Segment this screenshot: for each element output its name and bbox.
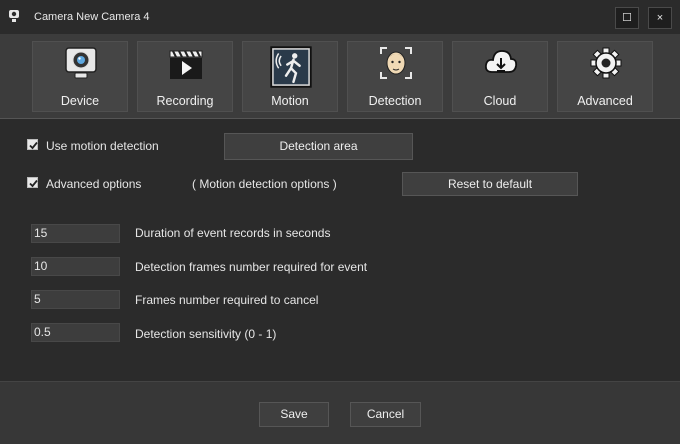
sensitivity-input[interactable]: 0.5 (31, 323, 120, 342)
tab-advanced[interactable]: Advanced (557, 41, 653, 112)
close-button[interactable]: × (648, 7, 672, 29)
gear-icon (590, 47, 622, 79)
event-duration-input[interactable]: 15 (31, 224, 120, 243)
title-bar: Camera New Camera 4 ☐ × (0, 0, 680, 34)
cloud-download-icon (484, 50, 518, 73)
tab-motion-label: Motion (271, 94, 309, 108)
tab-detection[interactable]: Detection (347, 41, 443, 112)
tab-device-label: Device (60, 94, 100, 108)
use-motion-checkbox[interactable] (27, 139, 38, 150)
save-button[interactable]: Save (259, 402, 329, 427)
event-duration-label: Duration of event records in seconds (135, 226, 331, 240)
advanced-options-label: Advanced options (46, 177, 142, 191)
checkmark-icon (29, 179, 38, 188)
tab-cloud-label: Cloud (483, 94, 517, 108)
tab-recording[interactable]: Recording (137, 41, 233, 112)
event-frames-input[interactable]: 10 (31, 257, 120, 276)
maximize-button[interactable]: ☐ (615, 7, 639, 29)
detection-area-button[interactable]: Detection area (224, 133, 413, 160)
options-caption: ( Motion detection options ) (192, 177, 337, 191)
tab-motion[interactable]: Motion (242, 41, 338, 112)
cancel-button[interactable]: Cancel (350, 402, 421, 427)
motion-settings-panel: Use motion detection Detection area Adva… (0, 119, 680, 381)
tab-device[interactable]: Device (32, 41, 128, 112)
cancel-frames-input[interactable]: 5 (31, 290, 120, 309)
reset-default-button[interactable]: Reset to default (402, 172, 578, 196)
app-camera-icon (9, 10, 19, 22)
advanced-options-checkbox[interactable] (27, 177, 38, 188)
webcam-icon (65, 47, 97, 79)
tab-advanced-label: Advanced (577, 94, 633, 108)
motion-sensor-icon (270, 46, 312, 88)
tab-detection-label: Detection (368, 94, 422, 108)
tab-cloud[interactable]: Cloud (452, 41, 548, 112)
window-title: Camera New Camera 4 (34, 11, 150, 23)
face-detection-icon (380, 47, 412, 79)
cancel-frames-label: Frames number required to cancel (135, 293, 319, 307)
dialog-footer: Save Cancel (0, 381, 680, 444)
event-frames-label: Detection frames number required for eve… (135, 260, 368, 274)
category-toolbar: Device Recording Motion Detection Cloud … (0, 34, 680, 119)
tab-recording-label: Recording (156, 94, 214, 108)
checkmark-icon (29, 141, 38, 150)
sensitivity-label: Detection sensitivity (0 - 1) (135, 327, 277, 341)
use-motion-label: Use motion detection (46, 139, 159, 153)
clapperboard-play-icon (169, 50, 203, 79)
